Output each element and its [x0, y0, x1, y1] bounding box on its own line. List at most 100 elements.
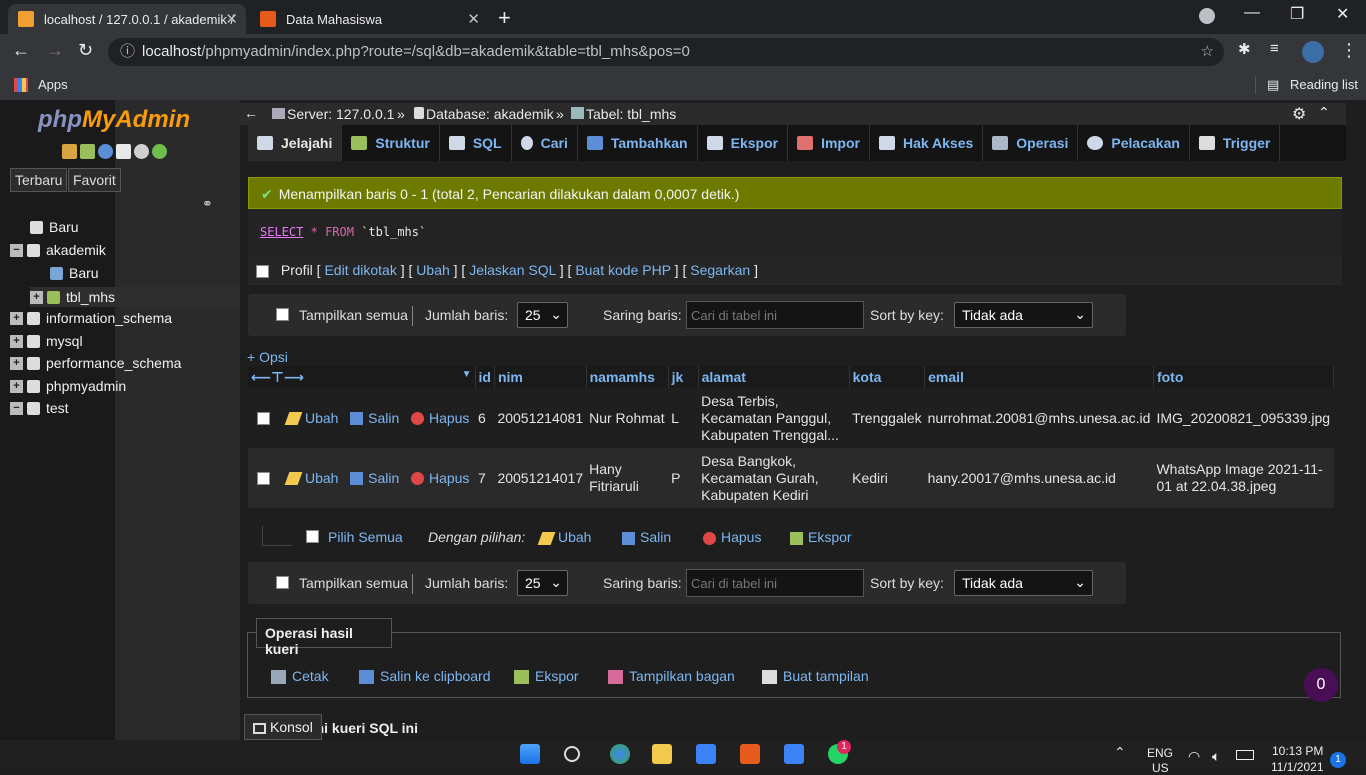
cell-id[interactable]: 6: [475, 388, 495, 448]
refresh-icon[interactable]: [152, 144, 167, 159]
paint-icon[interactable]: [784, 744, 804, 764]
tree-new-table[interactable]: Baru: [50, 265, 99, 281]
bookmark-apps[interactable]: Apps: [38, 77, 68, 92]
volume-icon[interactable]: 🔈︎: [1212, 748, 1220, 765]
search-icon[interactable]: [564, 746, 580, 762]
media-icon[interactable]: ≡: [1270, 40, 1279, 57]
tree-new-db[interactable]: Baru: [30, 219, 79, 235]
filter-input[interactable]: Cari di tabel ini: [686, 569, 864, 597]
column-header-email[interactable]: email: [924, 366, 1154, 388]
refresh-link[interactable]: Segarkan: [690, 262, 750, 278]
bulk-edit-button[interactable]: Ubah: [537, 529, 591, 545]
gear-icon[interactable]: ⚙: [1292, 104, 1306, 124]
expand-icon[interactable]: +: [10, 379, 23, 393]
column-header-jk[interactable]: jk: [668, 366, 699, 388]
tab-phpmyadmin[interactable]: localhost / 127.0.0.1 / akademik / ✕: [8, 4, 246, 34]
tree-db-information-schema[interactable]: + information_schema: [10, 310, 172, 326]
display-chart-button[interactable]: Tampilkan bagan: [608, 668, 735, 685]
column-header-alamat[interactable]: alamat: [698, 366, 850, 388]
filter-input[interactable]: Cari di tabel ini: [686, 301, 864, 329]
battery-icon[interactable]: [1236, 750, 1254, 760]
row-checkbox[interactable]: [257, 472, 270, 486]
tab-sql[interactable]: SQL: [440, 125, 512, 161]
home-icon[interactable]: [62, 144, 77, 159]
select-all-checkbox[interactable]: [306, 530, 319, 543]
tab-insert[interactable]: Tambahkan: [578, 125, 698, 161]
tab-search[interactable]: Cari: [512, 125, 578, 161]
edit-row-link[interactable]: Ubah: [284, 410, 338, 426]
link-icon[interactable]: ⚭: [202, 196, 213, 212]
expand-icon[interactable]: +: [30, 290, 43, 304]
info-icon[interactable]: ⓘ: [120, 38, 135, 66]
copy-row-link[interactable]: Salin: [350, 470, 399, 486]
show-all-checkbox[interactable]: [276, 308, 289, 321]
close-icon[interactable]: ✕: [467, 10, 480, 28]
tab-browse[interactable]: Jelajahi: [248, 125, 343, 161]
cell-email[interactable]: nurrohmat.20081@mhs.unesa.ac.id: [924, 388, 1154, 448]
show-all-checkbox[interactable]: [276, 576, 289, 589]
row-checkbox[interactable]: [257, 412, 270, 426]
column-header-id[interactable]: id: [475, 366, 495, 388]
console-toggle[interactable]: Konsol: [244, 714, 322, 740]
restore-button[interactable]: ❐: [1290, 4, 1304, 24]
clock-date[interactable]: 11/1/2021: [1271, 760, 1324, 774]
tab-import[interactable]: Impor: [788, 125, 870, 161]
edit-link[interactable]: Ubah: [416, 262, 449, 278]
bulk-copy-button[interactable]: Salin: [622, 529, 671, 545]
cell-foto[interactable]: IMG_20200821_095339.jpg: [1153, 388, 1334, 448]
collapse-icon[interactable]: −: [10, 243, 23, 257]
sort-select[interactable]: Tidak ada ⌄: [954, 570, 1093, 596]
create-php-code-link[interactable]: Buat kode PHP: [575, 262, 670, 278]
copy-row-link[interactable]: Salin: [350, 410, 399, 426]
cell-foto[interactable]: WhatsApp Image 2021-11-01 at 22.04.38.jp…: [1153, 448, 1334, 508]
bulk-export-button[interactable]: Ekspor: [790, 529, 852, 545]
tree-table-tbl-mhs[interactable]: + tbl_mhs: [30, 287, 240, 307]
tab-data-mahasiswa[interactable]: Data Mahasiswa ✕: [250, 4, 488, 34]
cell-namamhs[interactable]: Nur Rohmat: [586, 388, 669, 448]
collapse-sidebar-icon[interactable]: ←: [244, 105, 258, 121]
chevron-up-icon[interactable]: ⌃: [1114, 744, 1126, 761]
copy-clipboard-button[interactable]: Salin ke clipboard: [359, 668, 491, 685]
address-bar[interactable]: ⓘ localhost/phpmyadmin/index.php?route=/…: [108, 38, 1224, 66]
windows-start-icon[interactable]: [520, 744, 540, 764]
breadcrumb-database[interactable]: Database: akademik: [414, 106, 554, 122]
breadcrumb-server[interactable]: Server: 127.0.0.1: [272, 106, 394, 122]
xampp-icon[interactable]: [740, 744, 760, 764]
tab-triggers[interactable]: Trigger: [1190, 125, 1281, 161]
close-icon[interactable]: ✕: [225, 10, 238, 28]
print-button[interactable]: Cetak: [271, 668, 329, 685]
cell-jk[interactable]: P: [668, 448, 699, 508]
language-indicator[interactable]: ENG: [1147, 746, 1173, 760]
cell-jk[interactable]: L: [668, 388, 699, 448]
cell-email[interactable]: hany.20017@mhs.unesa.ac.id: [924, 448, 1154, 508]
cell-kota[interactable]: Kediri: [849, 448, 925, 508]
tree-db-akademik[interactable]: − akademik: [10, 242, 106, 258]
close-window-button[interactable]: ✕: [1336, 4, 1349, 24]
cell-nim[interactable]: 20051214081: [494, 388, 587, 448]
tab-privileges[interactable]: Hak Akses: [870, 125, 984, 161]
breadcrumb-table[interactable]: Tabel: tbl_mhs: [571, 106, 676, 122]
delete-row-link[interactable]: Hapus: [410, 470, 469, 486]
tab-operations[interactable]: Operasi: [983, 125, 1079, 161]
gear-icon[interactable]: [134, 144, 149, 159]
tab-export[interactable]: Ekspor: [698, 125, 789, 161]
rows-select[interactable]: 25 ⌄: [517, 302, 568, 328]
create-view-button[interactable]: Buat tampilan: [762, 668, 869, 685]
select-all-label[interactable]: Pilih Semua: [328, 529, 403, 545]
file-explorer-icon[interactable]: [652, 744, 672, 764]
profile-menu-icon[interactable]: [1199, 8, 1215, 24]
edit-inline-link[interactable]: Edit dikotak: [324, 262, 396, 278]
column-header-nim[interactable]: nim: [494, 366, 587, 388]
edit-row-link[interactable]: Ubah: [284, 470, 338, 486]
column-header-foto[interactable]: foto: [1153, 366, 1335, 388]
rows-select[interactable]: 25 ⌄: [517, 570, 568, 596]
bookmark-star-icon[interactable]: ☆: [1201, 38, 1214, 66]
minimize-button[interactable]: —: [1244, 4, 1260, 22]
tab-structure[interactable]: Struktur: [342, 125, 440, 161]
tree-db-test[interactable]: − test: [10, 400, 69, 416]
chrome-icon[interactable]: [610, 744, 630, 764]
tree-db-mysql[interactable]: + mysql: [10, 333, 83, 349]
notification-badge[interactable]: 0: [1304, 668, 1338, 702]
menu-icon[interactable]: ⋮: [1340, 40, 1358, 61]
collapse-top-icon[interactable]: ⌃: [1318, 104, 1330, 121]
